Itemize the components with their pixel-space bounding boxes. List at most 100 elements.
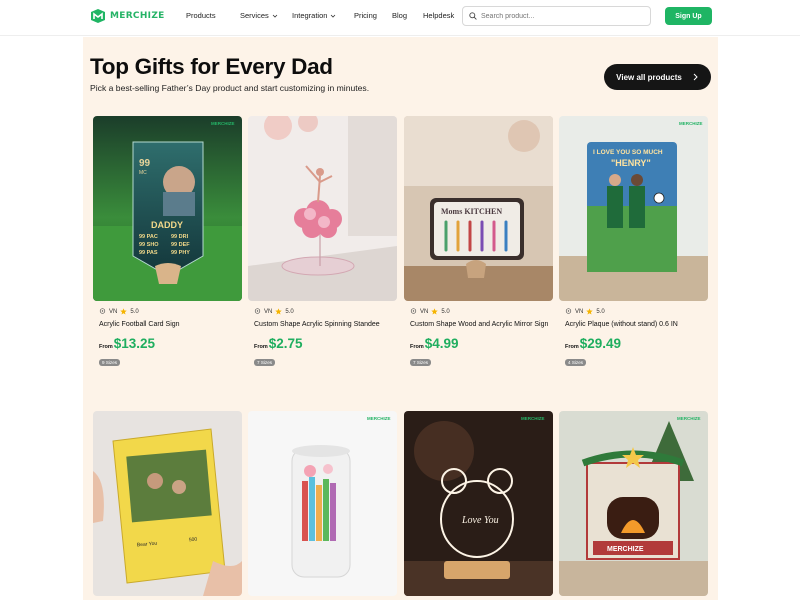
rating-label: 5.0 <box>596 308 605 315</box>
origin-label: VN <box>575 308 584 315</box>
top-navbar: MERCHIZE Products Services Integration P… <box>0 0 800 36</box>
product-image[interactable] <box>248 116 397 301</box>
product-meta: VN 5.0 <box>404 308 553 315</box>
product-image[interactable]: Bear You 500 <box>93 411 242 596</box>
price-row: From $29.49 <box>559 336 708 351</box>
card-rating: 99 <box>139 158 151 169</box>
origin-label: VN <box>420 308 429 315</box>
plaque-line2: "HENRY" <box>611 158 651 168</box>
product-card[interactable]: Bear You 500 <box>93 411 242 596</box>
ornament-text: MERCHIZE <box>607 546 644 553</box>
sizes-badge: 7 Sizes <box>254 359 276 366</box>
from-label: From <box>99 344 113 350</box>
svg-text:MERCHIZE: MERCHIZE <box>211 121 235 126</box>
svg-text:99 SHO: 99 SHO <box>139 242 159 248</box>
product-name[interactable]: Acrylic Plaque (without stand) 0.6 IN <box>559 320 708 330</box>
card-name: DADDY <box>151 220 183 230</box>
sizes-badge: 9 Sizes <box>99 359 121 366</box>
product-name[interactable]: Custom Shape Acrylic Spinning Standee <box>248 320 397 330</box>
location-pin-icon <box>99 308 106 314</box>
fireplace-ornament-image: MERCHIZE MERCHIZE <box>559 411 708 596</box>
kitchen-sign-text: Moms KITCHEN <box>441 207 502 216</box>
rating-label: 5.0 <box>130 308 139 315</box>
brand-name: MERCHIZE <box>110 11 165 21</box>
ballerina-standee-image <box>248 116 397 301</box>
product-image[interactable]: Moms KITCHEN <box>404 116 553 301</box>
product-card[interactable]: 99 MC DADDY 99 PAC 99 DRI 99 SHO 99 DEF 99… <box>93 116 242 369</box>
product-meta: VN 5.0 <box>559 308 708 315</box>
nav-label: Pricing <box>354 11 377 20</box>
from-label: From <box>254 344 268 350</box>
star-icon <box>275 308 283 315</box>
location-pin-icon <box>254 308 261 314</box>
product-image[interactable]: Love You MERCHIZE <box>404 411 553 596</box>
origin-label: VN <box>109 308 118 315</box>
price-value: $2.75 <box>268 336 303 351</box>
sizes-badge: 7 Sizes <box>410 359 432 366</box>
product-meta: VN 5.0 <box>93 308 242 315</box>
product-card[interactable]: MERCHIZE <box>248 411 397 596</box>
nav-helpdesk[interactable]: Helpdesk <box>423 11 463 20</box>
section-subtitle: Pick a best-selling Father’s Day product… <box>90 83 370 93</box>
svg-text:MERCHIZE: MERCHIZE <box>367 416 391 421</box>
chevron-right-icon <box>693 73 698 81</box>
product-meta: VN 5.0 <box>248 308 397 315</box>
card-position: MC <box>139 170 147 176</box>
svg-text:MERCHIZE: MERCHIZE <box>521 416 545 421</box>
svg-text:99 PHY: 99 PHY <box>171 250 190 256</box>
plaque-image: I LOVE YOU SO MUCH "HENRY" MERCHIZE <box>559 116 708 301</box>
nav-label: Products <box>186 11 216 20</box>
svg-text:99 DRI: 99 DRI <box>171 234 189 240</box>
product-image[interactable]: 99 MC DADDY 99 PAC 99 DRI 99 SHO 99 DEF 99… <box>93 116 242 301</box>
star-icon <box>586 308 594 315</box>
svg-text:99 PAS: 99 PAS <box>139 250 158 256</box>
bear-lamp-image: Love You MERCHIZE <box>404 411 553 596</box>
section-title: Top Gifts for Every Dad <box>90 54 333 79</box>
svg-text:500: 500 <box>189 537 198 544</box>
svg-text:MERCHIZE: MERCHIZE <box>679 121 703 126</box>
product-card[interactable]: MERCHIZE MERCHIZE <box>559 411 708 596</box>
price-value: $29.49 <box>579 336 622 351</box>
price-row: From $4.99 <box>404 336 553 351</box>
nav-pricing[interactable]: Pricing <box>354 11 392 20</box>
product-image[interactable]: MERCHIZE <box>248 411 397 596</box>
product-card[interactable]: Moms KITCHEN VN 5.0 Custom Shape Wood an… <box>404 116 553 369</box>
nav-blog[interactable]: Blog <box>392 11 423 20</box>
nav-label: Helpdesk <box>423 11 455 20</box>
trading-card-image: Bear You500 <box>93 411 242 596</box>
nav-label: Integration <box>292 11 328 20</box>
plaque-line1: I LOVE YOU SO MUCH <box>593 149 663 156</box>
svg-text:99 DEF: 99 DEF <box>171 242 190 248</box>
search-box[interactable] <box>462 6 651 26</box>
location-pin-icon <box>410 308 417 314</box>
price-value: $4.99 <box>424 336 459 351</box>
product-name[interactable]: Acrylic Football Card Sign <box>93 320 242 330</box>
star-icon <box>120 308 128 315</box>
star-icon <box>431 308 439 315</box>
search-icon <box>469 12 477 20</box>
chevron-down-icon <box>331 14 336 18</box>
football-card-image: 99 MC DADDY 99 PAC 99 DRI 99 SHO 99 DEF 99… <box>93 116 242 301</box>
product-name[interactable]: Custom Shape Wood and Acrylic Mirror Sig… <box>404 320 553 330</box>
price-value: $13.25 <box>113 336 156 351</box>
nav-integration[interactable]: Integration <box>292 11 354 20</box>
product-card[interactable]: Love You MERCHIZE <box>404 411 553 596</box>
from-label: From <box>565 344 579 350</box>
product-card[interactable]: I LOVE YOU SO MUCH "HENRY" MERCHIZE VN 5… <box>559 116 708 369</box>
product-card[interactable]: VN 5.0 Custom Shape Acrylic Spinning Sta… <box>248 116 397 369</box>
signup-button[interactable]: Sign Up <box>665 7 712 25</box>
product-image[interactable]: MERCHIZE MERCHIZE <box>559 411 708 596</box>
product-image[interactable]: I LOVE YOU SO MUCH "HENRY" MERCHIZE <box>559 116 708 301</box>
main-nav: Products Services Integration Pricing Bl… <box>186 11 463 20</box>
nav-label: Blog <box>392 11 408 20</box>
merchize-logo-icon <box>91 9 105 23</box>
search-input[interactable] <box>481 12 641 20</box>
price-row: From $13.25 <box>93 336 242 351</box>
view-all-products-button[interactable]: View all products <box>604 64 711 90</box>
nav-services[interactable]: Services <box>240 11 292 20</box>
price-row: From $2.75 <box>248 336 397 351</box>
view-all-label: View all products <box>616 72 682 82</box>
nav-products[interactable]: Products <box>186 11 240 20</box>
brand-logo[interactable]: MERCHIZE <box>90 8 165 24</box>
glass-can-image: MERCHIZE <box>248 411 397 596</box>
